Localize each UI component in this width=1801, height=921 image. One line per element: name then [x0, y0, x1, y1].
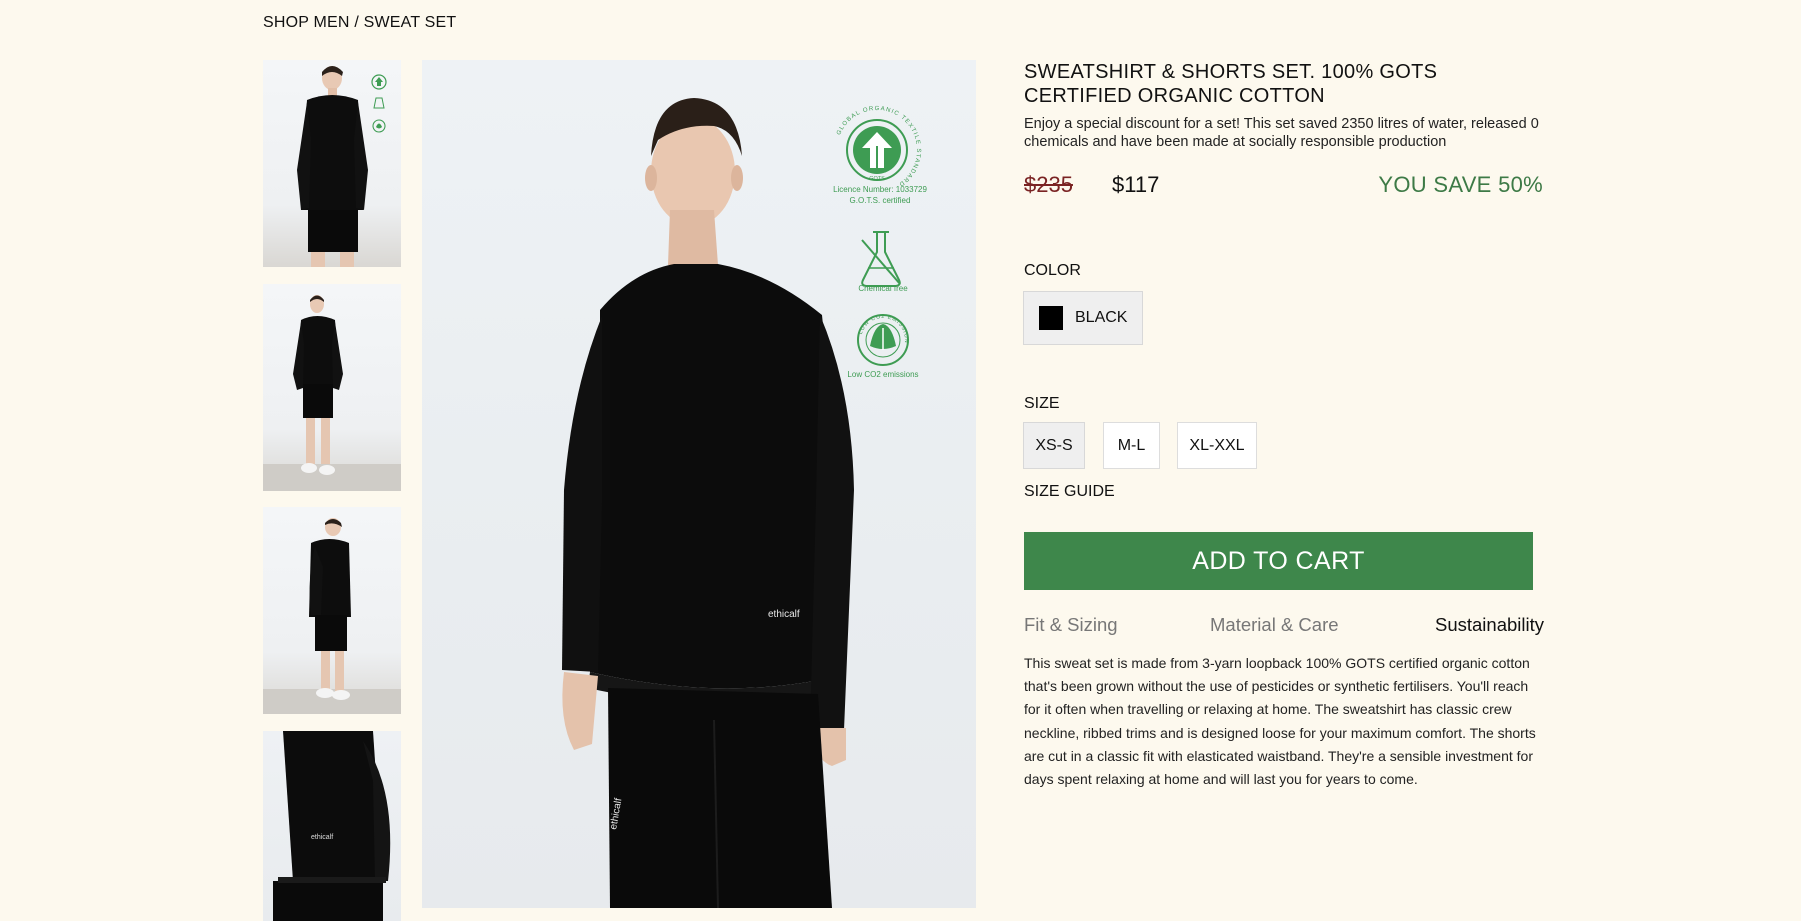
chemical-free-badge: Chemical free: [858, 231, 908, 293]
thumb-logo-text: ethicalf: [311, 834, 333, 841]
breadcrumb-current: SWEAT SET: [363, 14, 457, 31]
sweatshirt-detail-thumb-image: ethicalf: [273, 731, 391, 921]
size-option-xl-xxl[interactable]: XL-XXL: [1177, 422, 1257, 469]
tab-fit-sizing[interactable]: Fit & Sizing: [1024, 614, 1118, 636]
size-guide-link[interactable]: SIZE GUIDE: [1024, 483, 1115, 501]
color-label: COLOR: [1024, 262, 1081, 279]
thumbnail-side[interactable]: [263, 507, 401, 714]
main-product-image: ethicalf ethicalf GLOBAL ORGANIC TEXTILE…: [422, 60, 976, 908]
size-label: SIZE: [1024, 395, 1060, 412]
breadcrumb-separator: /: [354, 14, 359, 31]
color-name: BLACK: [1075, 309, 1128, 326]
thumbnail-detail[interactable]: ethicalf: [263, 731, 401, 921]
add-to-cart-button[interactable]: ADD TO CART: [1024, 532, 1533, 590]
sweatshirt-logo-text: ethicalf: [768, 609, 800, 620]
size-option-xs-s[interactable]: XS-S: [1023, 422, 1085, 469]
product-title: SWEATSHIRT & SHORTS SET. 100% GOTS CERTI…: [1024, 61, 1438, 107]
thumbnail-full-length[interactable]: [263, 284, 401, 491]
tab-material-care[interactable]: Material & Care: [1210, 614, 1339, 636]
gots-licence-text: Licence Number: 1033729: [833, 185, 927, 194]
model-front-thumb-image: [297, 66, 387, 267]
low-co2-badge: LOW CO2 EMISSION Low CO2 emissions: [847, 314, 918, 379]
color-option-black[interactable]: BLACK: [1023, 291, 1143, 345]
model-photo: ethicalf ethicalf GLOBAL ORGANIC TEXTILE…: [562, 98, 927, 908]
color-swatch: [1039, 306, 1063, 330]
gots-certified-text: G.O.T.S. certified: [850, 196, 911, 205]
sale-price: $117: [1112, 172, 1160, 197]
size-option-m-l[interactable]: M-L: [1103, 422, 1160, 469]
tab-sustainability[interactable]: Sustainability: [1435, 614, 1544, 636]
gots-mark-text: GOTS: [869, 176, 885, 182]
thumbnail-front[interactable]: [263, 60, 401, 267]
model-side-thumb-image: [263, 518, 401, 714]
model-full-length-thumb-image: [263, 295, 401, 491]
breadcrumb: SHOP MEN / SWEAT SET: [263, 14, 456, 32]
product-info-tabs: Fit & Sizing Material & Care Sustainabil…: [1024, 614, 1544, 638]
original-price: $235: [1024, 172, 1073, 197]
chemical-free-text: Chemical free: [858, 284, 908, 293]
low-co2-text: Low CO2 emissions: [847, 370, 918, 379]
breadcrumb-shop-men[interactable]: SHOP MEN: [263, 14, 350, 31]
product-subtitle: Enjoy a special discount for a set! This…: [1024, 116, 1539, 150]
sustainability-description: This sweat set is made from 3-yarn loopb…: [1024, 655, 1536, 788]
savings-label: YOU SAVE 50%: [1378, 172, 1543, 197]
gots-certified-badge: GLOBAL ORGANIC TEXTILE STANDARD GOTS Lic…: [833, 106, 927, 205]
